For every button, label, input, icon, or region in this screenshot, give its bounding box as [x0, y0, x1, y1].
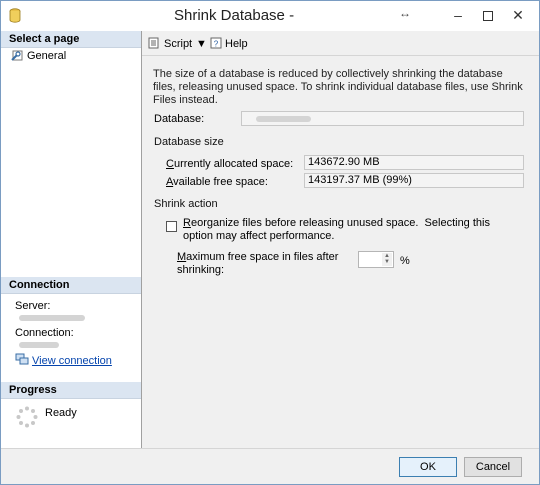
general-page: The size of a database is reduced by col… [143, 57, 537, 447]
max-free-space-stepper[interactable]: ▲ ▼ [358, 251, 394, 268]
wrench-page-icon [11, 50, 23, 61]
free-space-label: Available free space: [166, 176, 268, 188]
minimize-icon[interactable]: – [447, 5, 469, 25]
svg-text:?: ? [214, 40, 219, 49]
help-label: Help [225, 38, 248, 50]
database-icon [9, 8, 21, 23]
max-free-space-label-line2: shrinking: [177, 264, 225, 276]
progress-header: Progress [1, 382, 141, 399]
toolbar: Script ▼ ? Help [142, 31, 539, 56]
percent-symbol: % [400, 255, 410, 267]
view-connection-link[interactable]: View connection [32, 355, 112, 367]
progress-status: Ready [45, 407, 77, 419]
free-space-field: 143197.37 MB (99%) [304, 173, 524, 188]
reorganize-label-line1: Reorganize files before releasing unused… [183, 217, 490, 229]
window-title: Shrink Database - [174, 7, 295, 24]
reorganize-label[interactable]: Reorganize files before releasing unused… [183, 217, 490, 243]
database-field [241, 111, 524, 126]
server-value-redacted [19, 315, 85, 321]
sidebar-item-general[interactable]: General [11, 49, 66, 63]
help-button[interactable]: ? Help [210, 36, 248, 52]
allocated-space-field: 143672.90 MB [304, 155, 524, 170]
script-button[interactable]: Script [148, 36, 192, 52]
script-label: Script [164, 38, 193, 50]
close-icon[interactable]: ✕ [507, 5, 529, 25]
resize-icon[interactable]: ↔ [399, 6, 411, 20]
main-panel: Script ▼ ? Help The size of a database i… [142, 31, 539, 448]
script-dropdown-icon[interactable]: ▼ [196, 36, 207, 52]
ok-button[interactable]: OK [399, 457, 457, 477]
stepper-arrows-icon[interactable]: ▲ ▼ [382, 253, 392, 266]
shrink-database-dialog: Shrink Database - ↔ – ✕ Select a page Ge… [0, 0, 540, 485]
server-label: Server: [15, 300, 51, 312]
select-page-header: Select a page [1, 31, 141, 48]
database-size-heading: Database size [154, 136, 224, 148]
connection-value-redacted [19, 342, 59, 348]
title-bar: Shrink Database - ↔ – ✕ [1, 1, 539, 31]
cancel-button[interactable]: Cancel [464, 457, 522, 477]
connection-header: Connection [1, 277, 141, 294]
allocated-space-label: Currently allocated space: [166, 158, 294, 170]
maximize-icon[interactable] [477, 5, 499, 25]
connection-label: Connection: [15, 327, 74, 339]
dialog-footer: OK Cancel [1, 448, 539, 484]
shrink-action-heading: Shrink action [154, 198, 218, 210]
script-icon [148, 37, 159, 49]
max-free-space-label-line1: Maximum free space in files after [177, 251, 339, 263]
progress-spinner-icon [16, 406, 38, 428]
max-free-space-label: Maximum free space in files after shrink… [177, 251, 338, 277]
database-name-redacted [256, 116, 311, 122]
reorganize-checkbox[interactable] [166, 221, 177, 232]
sidebar: Select a page General Connection Server:… [1, 31, 142, 448]
sidebar-item-label: General [27, 50, 67, 62]
help-icon: ? [210, 37, 222, 49]
database-label: Database: [154, 113, 205, 125]
description-text: The size of a database is reduced by col… [153, 68, 523, 106]
view-connection-icon [15, 353, 29, 365]
reorganize-label-line2: option may affect performance. [183, 230, 335, 242]
